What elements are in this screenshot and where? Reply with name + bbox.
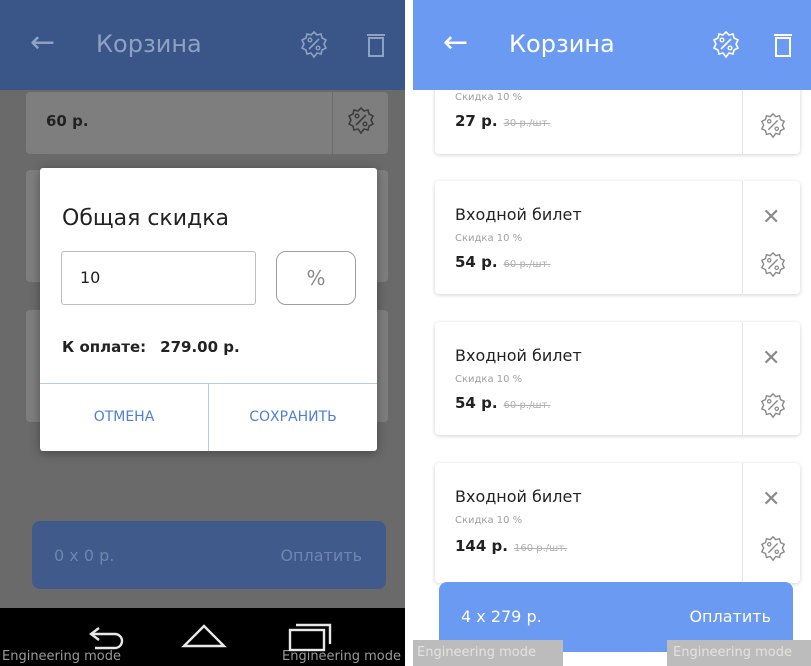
pay-button[interactable]: 0 x 0 р. Оплатить <box>32 521 386 589</box>
nav-recents-icon[interactable] <box>288 622 332 656</box>
engineering-mode-label: Engineering mode <box>667 640 811 666</box>
close-icon[interactable]: ✕ <box>762 346 780 371</box>
save-button[interactable]: СОХРАНИТЬ <box>209 384 377 451</box>
divider <box>742 463 743 583</box>
item-name: Входной билет <box>455 346 582 365</box>
engineering-mode-label: Engineering mode <box>413 640 563 666</box>
nav-home-icon[interactable] <box>180 622 228 654</box>
dialog-title: Общая скидка <box>62 206 229 231</box>
divider <box>332 92 333 154</box>
percent-badge-icon[interactable] <box>759 112 787 144</box>
pay-label: Оплатить <box>280 546 362 565</box>
total-label: К оплате: <box>62 338 147 356</box>
divider <box>742 322 743 435</box>
cart-item-card: Входной билет Скидка 10 % 144 р. 160 р./ш… <box>435 463 800 583</box>
percent-badge-icon[interactable] <box>711 30 741 64</box>
app-bar: ← Корзина <box>0 0 405 90</box>
page-title: Корзина <box>509 30 615 58</box>
nav-back-icon[interactable] <box>85 622 129 654</box>
discount-input[interactable]: 10 <box>61 251 256 305</box>
percent-badge-icon[interactable] <box>346 106 376 140</box>
item-price: 144 р. 160 р./шт. <box>455 537 568 555</box>
item-price: 54 р. 60 р./шт. <box>455 253 551 271</box>
divider <box>742 181 743 294</box>
left-screen: ← Корзина 60 р. 0 x 0 р. Оплатить Engine… <box>0 0 405 666</box>
item-name: Входной билет <box>455 205 582 224</box>
percent-badge-icon[interactable] <box>299 30 329 64</box>
cart-item-card: 60 р. <box>26 92 388 154</box>
arrow-left-icon[interactable]: ← <box>443 28 468 58</box>
cart-summary: 4 x 279 р. <box>461 607 542 626</box>
cancel-button[interactable]: ОТМЕНА <box>40 384 208 451</box>
total-row: К оплате: 279.00 р. <box>62 338 240 356</box>
item-price: 27 р. 30 р./шт. <box>455 112 551 130</box>
item-old-price: 60 р./шт. <box>503 259 551 270</box>
item-discount: Скидка 10 % <box>455 515 523 526</box>
system-nav-bar: Engineering mode Engineering mode <box>0 608 405 666</box>
arrow-left-icon[interactable]: ← <box>30 28 55 58</box>
trash-icon[interactable] <box>366 32 386 62</box>
percent-badge-icon[interactable] <box>759 535 787 567</box>
item-old-price: 30 р./шт. <box>503 118 551 129</box>
discount-dialog: Общая скидка 10 % К оплате: 279.00 р. ОТМ… <box>40 168 377 451</box>
percent-badge-icon[interactable] <box>759 251 787 283</box>
pay-label: Оплатить <box>689 607 771 626</box>
cart-item-card: Входной билет Скидка 10 % 54 р. 60 р./шт.… <box>435 181 800 294</box>
page-title: Корзина <box>96 30 202 58</box>
item-old-price: 160 р./шт. <box>513 543 568 554</box>
trash-icon[interactable] <box>773 32 793 62</box>
item-name: Входной билет <box>455 487 582 506</box>
item-price: 54 р. 60 р./шт. <box>455 394 551 412</box>
cart-summary: 0 x 0 р. <box>54 546 115 565</box>
percent-badge-icon[interactable] <box>759 392 787 424</box>
discount-unit-toggle[interactable]: % <box>276 251 356 305</box>
item-old-price: 60 р./шт. <box>503 400 551 411</box>
item-discount: Скидка 10 % <box>455 374 523 385</box>
close-icon[interactable]: ✕ <box>762 205 780 230</box>
item-discount: Скидка 10 % <box>455 233 523 244</box>
cart-item-card: Входной билет Скидка 10 % 54 р. 60 р./шт.… <box>435 322 800 435</box>
close-icon[interactable]: ✕ <box>762 487 780 512</box>
app-bar: ← Корзина <box>413 0 811 90</box>
item-discount: Скидка 10 % <box>455 92 523 103</box>
item-price: 60 р. <box>46 112 89 130</box>
total-value: 279.00 р. <box>160 338 240 356</box>
right-screen: Скидка 10 % 27 р. 30 р./шт. Входной билет… <box>413 0 811 666</box>
